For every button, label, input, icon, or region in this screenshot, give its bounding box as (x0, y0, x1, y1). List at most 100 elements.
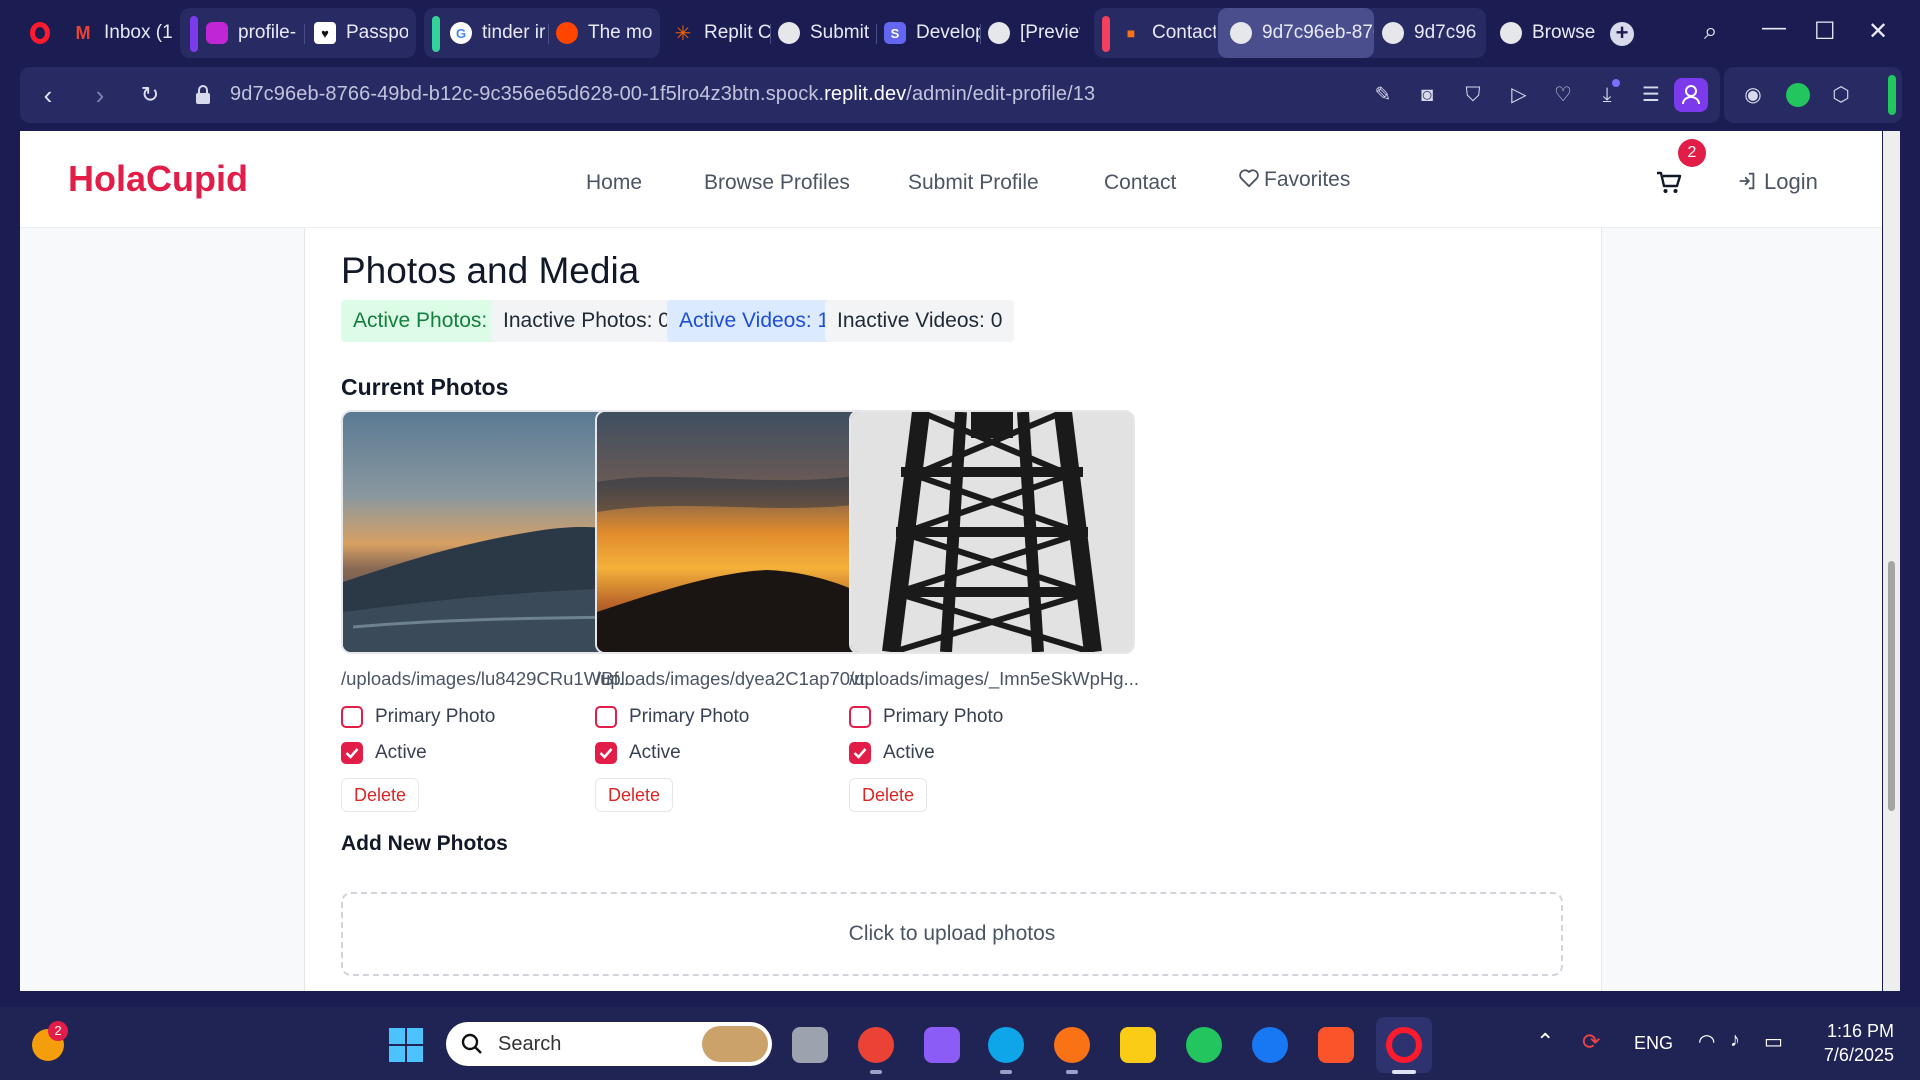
url-field[interactable]: 9d7c96eb-8766-49bd-b12c-9c356e65d628-00-… (230, 83, 1095, 106)
minimize-button[interactable]: — (1762, 16, 1786, 40)
task-view-icon[interactable] (792, 1027, 828, 1063)
forward-button[interactable]: › (86, 81, 114, 109)
tab-develop[interactable]: S Develop (884, 8, 980, 58)
photo-thumbnail[interactable] (595, 410, 881, 654)
battery-icon[interactable]: ▭ (1764, 1029, 1783, 1054)
checkbox-box[interactable] (849, 706, 871, 728)
photo-path: /uploads/images/_Imn5eSkWpHg... (849, 668, 1139, 689)
tab-preview[interactable]: [Previev (988, 8, 1080, 58)
nav-favorites[interactable]: Favorites (1238, 168, 1350, 192)
facebook-icon[interactable] (1252, 1027, 1288, 1063)
search-tabs-icon[interactable]: ⌕ (1704, 20, 1717, 44)
checkbox-box-checked[interactable] (849, 742, 871, 764)
sync-icon[interactable]: ⟳ (1582, 1029, 1600, 1055)
cart-icon[interactable] (1654, 167, 1684, 197)
active-checkbox[interactable]: Active (595, 742, 681, 764)
edit-page-icon[interactable]: ✎ (1372, 84, 1394, 106)
volume-icon[interactable]: ♪ (1730, 1029, 1740, 1052)
windows-start-icon[interactable] (388, 1027, 424, 1063)
chevron-up-icon[interactable]: ⌃ (1536, 1029, 1554, 1055)
photo-thumbnail[interactable] (849, 410, 1135, 654)
chrome-icon[interactable] (858, 1027, 894, 1063)
sidebar-toggle[interactable] (1888, 75, 1896, 115)
primary-photo-checkbox[interactable]: Primary Photo (849, 706, 1003, 728)
profile-button[interactable] (1674, 78, 1708, 112)
clock-time[interactable]: 1:16 PM (1800, 1021, 1894, 1042)
checkbox-box-checked[interactable] (341, 742, 363, 764)
page-scrollbar[interactable] (1883, 131, 1900, 991)
site-logo[interactable]: HolaCupid (68, 158, 248, 200)
tab-browse[interactable]: Browse (1500, 8, 1596, 58)
new-tab-button[interactable]: + (1610, 22, 1634, 46)
nav-submit-profile[interactable]: Submit Profile (908, 171, 1039, 195)
checkbox-label: Active (883, 742, 935, 763)
download-icon[interactable]: ⤓ (1596, 84, 1618, 106)
language-indicator[interactable]: ENG (1634, 1033, 1673, 1054)
tab-contact[interactable]: ■ Contact (1120, 8, 1216, 58)
nav-browse-profiles[interactable]: Browse Profiles (704, 171, 850, 195)
url-domain: replit.dev (824, 83, 907, 105)
taskbar-search[interactable]: Search (446, 1022, 772, 1066)
tab-replit[interactable]: ✳ Replit C (672, 8, 770, 58)
play-icon[interactable]: ▷ (1508, 84, 1530, 106)
login-link[interactable]: Login (1736, 169, 1818, 195)
brave-icon[interactable] (1318, 1027, 1354, 1063)
photo-thumbnail[interactable] (341, 410, 627, 654)
url-prefix: 9d7c96eb-8766-49bd-b12c-9c356e65d628-00-… (230, 83, 825, 105)
clock-date[interactable]: 7/6/2025 (1800, 1045, 1894, 1066)
tab-profile[interactable]: profile- (206, 8, 302, 58)
file-explorer-icon[interactable] (1120, 1027, 1156, 1063)
close-window-button[interactable]: ✕ (1868, 20, 1888, 44)
tab-reddit[interactable]: The mo (556, 8, 654, 58)
delete-photo-button[interactable]: Delete (849, 778, 928, 812)
tab-label: profile- (238, 22, 297, 43)
tab-tinder[interactable]: G tinder ir (450, 8, 546, 58)
address-bar: ‹ › ↻ 9d7c96eb-8766-49bd-b12c-9c356e65d6… (20, 67, 1720, 123)
spotify-icon[interactable] (1186, 1027, 1222, 1063)
checkbox-box-checked[interactable] (595, 742, 617, 764)
heart-icon: ♥ (314, 22, 336, 44)
tab-separator (304, 24, 305, 44)
tab-edit-profile-active[interactable]: 9d7c96eb-876 (1218, 8, 1374, 58)
checkbox-box[interactable] (341, 706, 363, 728)
tab-group-marker (190, 16, 198, 52)
reload-button[interactable]: ↻ (136, 81, 164, 109)
tab-submit[interactable]: Submit (778, 8, 878, 58)
delete-photo-button[interactable]: Delete (595, 778, 674, 812)
easy-setup-icon[interactable]: ☰ (1640, 84, 1662, 106)
extension-green-icon[interactable] (1786, 83, 1810, 107)
nav-contact[interactable]: Contact (1104, 171, 1176, 195)
weather-badge: 2 (48, 1021, 68, 1041)
heart-bookmark-icon[interactable]: ♡ (1552, 84, 1574, 106)
scrollbar-thumb[interactable] (1888, 561, 1895, 811)
tab-group-marker (432, 16, 440, 52)
upload-photos-dropzone[interactable]: Click to upload photos (341, 892, 1563, 976)
active-indicator (1392, 1070, 1416, 1074)
wifi-icon[interactable]: ◠ (1698, 1029, 1715, 1054)
checkbox-box[interactable] (595, 706, 617, 728)
primary-photo-checkbox[interactable]: Primary Photo (595, 706, 749, 728)
login-label: Login (1764, 169, 1818, 194)
tab-inbox[interactable]: M Inbox (1 (72, 8, 173, 58)
search-highlight-image (702, 1026, 768, 1062)
active-checkbox[interactable]: Active (849, 742, 935, 764)
opera-icon[interactable] (1386, 1027, 1422, 1063)
shield-icon[interactable]: ⛉ (1462, 84, 1484, 106)
copilot-icon[interactable] (924, 1027, 960, 1063)
edge-icon[interactable] (988, 1027, 1024, 1063)
photos-media-title: Photos and Media (341, 250, 640, 291)
tab-duplicate[interactable]: 9d7c96 (1382, 8, 1480, 58)
camera-icon[interactable]: ◉ (1742, 84, 1764, 106)
back-button[interactable]: ‹ (34, 81, 62, 109)
snapshot-icon[interactable]: ◙ (1416, 84, 1438, 106)
primary-photo-checkbox[interactable]: Primary Photo (341, 706, 495, 728)
tab-passport[interactable]: ♥ Passpor (314, 8, 408, 58)
firefox-icon[interactable] (1054, 1027, 1090, 1063)
active-checkbox[interactable]: Active (341, 742, 427, 764)
opera-logo-icon[interactable] (30, 22, 50, 44)
tab-label: Inbox (1 (104, 22, 172, 43)
nav-home[interactable]: Home (586, 171, 642, 195)
delete-photo-button[interactable]: Delete (341, 778, 420, 812)
maximize-button[interactable]: ☐ (1814, 20, 1836, 44)
cube-extension-icon[interactable]: ⬡ (1830, 84, 1852, 106)
